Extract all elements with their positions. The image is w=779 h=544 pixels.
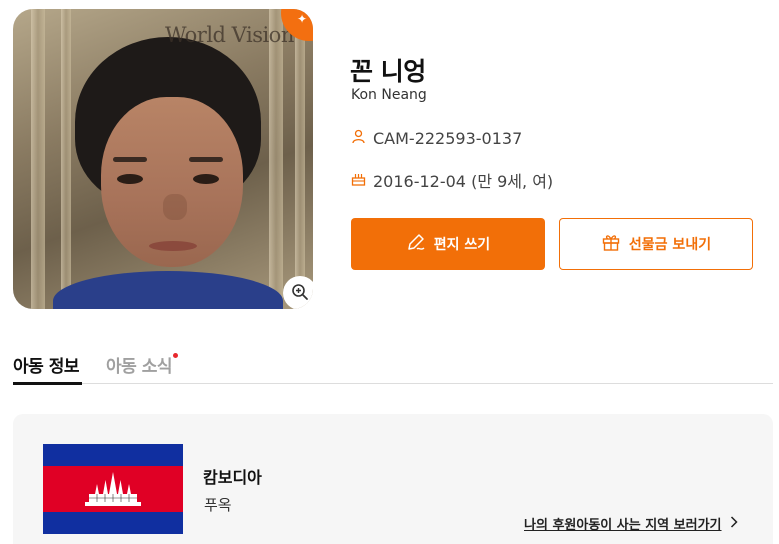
child-id-row: CAM-222593-0137 xyxy=(351,129,522,148)
child-birth-info: 2016-12-04 (만 9세, 여) xyxy=(373,172,554,191)
view-region-link-label: 나의 후원아동이 사는 지역 보러가기 xyxy=(524,518,722,533)
gift-icon xyxy=(601,232,621,256)
sparkle-icon: ✦ xyxy=(296,12,307,26)
write-letter-button[interactable]: 편지 쓰기 xyxy=(351,218,545,270)
photo-brow xyxy=(113,157,147,162)
flag-stripe xyxy=(43,444,183,466)
child-photo: World Vision ✦ xyxy=(13,9,313,309)
send-gift-label: 선물금 보내기 xyxy=(628,237,712,253)
zoom-in-icon xyxy=(291,283,309,304)
person-icon xyxy=(351,129,366,148)
pen-icon xyxy=(406,232,426,256)
photo-background xyxy=(61,9,71,309)
cake-icon xyxy=(351,171,366,190)
cambodia-flag xyxy=(43,444,183,534)
photo-background xyxy=(269,9,283,309)
photo-eye xyxy=(117,174,143,184)
location-card: 캄보디아 푸옥 나의 후원아동이 사는 지역 보러가기 xyxy=(13,414,773,544)
chevron-right-icon xyxy=(730,515,738,532)
flag-stripe xyxy=(43,512,183,534)
country-name: 캄보디아 xyxy=(203,468,262,487)
write-letter-label: 편지 쓰기 xyxy=(433,237,491,253)
region-name: 푸옥 xyxy=(204,496,232,514)
photo-zoom-button[interactable] xyxy=(283,276,313,309)
photo-brow xyxy=(189,157,223,162)
world-vision-watermark: World Vision xyxy=(165,23,294,47)
child-name-korean: 꼰 니엉 xyxy=(350,57,426,86)
active-tab-underline xyxy=(13,382,82,385)
photo-background xyxy=(295,9,305,309)
photo-mouth xyxy=(149,241,197,251)
child-tabs: 아동 정보 아동 소식 xyxy=(13,344,773,385)
view-region-link[interactable]: 나의 후원아동이 사는 지역 보러가기 xyxy=(524,514,738,533)
photo-nose xyxy=(163,194,187,220)
send-gift-button[interactable]: 선물금 보내기 xyxy=(559,218,753,270)
tab-child-info[interactable]: 아동 정보 xyxy=(13,352,79,377)
photo-background xyxy=(31,9,45,309)
child-birth-row: 2016-12-04 (만 9세, 여) xyxy=(351,168,553,192)
photo-eye xyxy=(193,174,219,184)
child-id: CAM-222593-0137 xyxy=(373,129,523,148)
new-indicator-dot xyxy=(172,353,178,358)
angkor-wat-emblem xyxy=(85,472,141,506)
child-name-english: Kon Neang xyxy=(351,87,427,103)
tab-child-news[interactable]: 아동 소식 xyxy=(106,352,178,377)
photo-shirt xyxy=(53,271,283,309)
tab-child-news-label: 아동 소식 xyxy=(106,357,172,377)
tab-child-info-label: 아동 정보 xyxy=(13,357,79,377)
